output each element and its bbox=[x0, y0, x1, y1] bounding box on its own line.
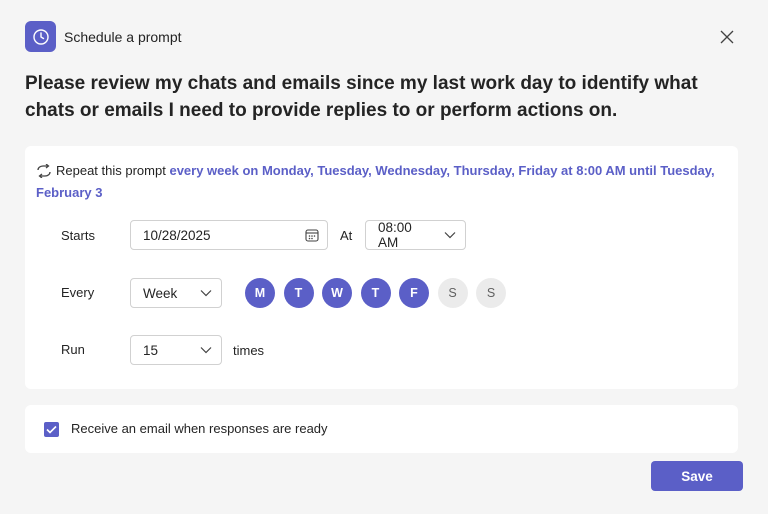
clock-icon bbox=[25, 21, 56, 52]
repeat-prefix: Repeat this prompt bbox=[56, 163, 166, 178]
repeat-icon bbox=[36, 163, 52, 183]
chevron-down-icon bbox=[191, 289, 221, 297]
run-label: Run bbox=[61, 342, 85, 357]
repeat-summary: Repeat this prompt every week on Monday,… bbox=[36, 161, 726, 202]
dialog-header: Schedule a prompt bbox=[25, 21, 182, 52]
close-icon bbox=[720, 30, 734, 44]
run-count-value: 15 bbox=[143, 342, 159, 358]
day-toggle-thursday[interactable]: T bbox=[360, 278, 391, 308]
time-dropdown[interactable]: 08:00 AM bbox=[365, 220, 466, 250]
day-toggle-monday[interactable]: M bbox=[245, 278, 275, 308]
email-option-card: Receive an email when responses are read… bbox=[25, 405, 738, 453]
start-date-picker[interactable]: 10/28/2025 bbox=[130, 220, 328, 250]
schedule-dialog: Schedule a prompt Please review my chats… bbox=[0, 0, 768, 514]
time-value: 08:00 AM bbox=[378, 220, 412, 250]
email-checkbox-label: Receive an email when responses are read… bbox=[71, 421, 328, 436]
checkmark-icon bbox=[46, 425, 57, 434]
chevron-down-icon bbox=[191, 346, 221, 354]
day-toggle-tuesday[interactable]: T bbox=[283, 278, 314, 308]
run-count-dropdown[interactable]: 15 bbox=[130, 335, 222, 365]
day-toggle-friday[interactable]: F bbox=[399, 278, 429, 308]
schedule-card: Repeat this prompt every week on Monday,… bbox=[25, 146, 738, 389]
save-button[interactable]: Save bbox=[651, 461, 743, 491]
prompt-text: Please review my chats and emails since … bbox=[25, 73, 698, 121]
dialog-title: Schedule a prompt bbox=[64, 28, 182, 45]
starts-label: Starts bbox=[61, 228, 95, 243]
day-toggle-saturday[interactable]: S bbox=[437, 278, 468, 308]
email-checkbox[interactable] bbox=[44, 422, 59, 437]
every-label: Every bbox=[61, 285, 95, 300]
at-label: At bbox=[340, 228, 353, 243]
day-toggle-wednesday[interactable]: W bbox=[322, 278, 352, 308]
times-label: times bbox=[233, 343, 265, 358]
frequency-value: Week bbox=[143, 285, 178, 301]
calendar-icon bbox=[297, 228, 327, 242]
start-date-value: 10/28/2025 bbox=[143, 227, 211, 243]
frequency-dropdown[interactable]: Week bbox=[130, 278, 222, 308]
chevron-down-icon bbox=[435, 231, 465, 239]
close-button[interactable] bbox=[717, 27, 737, 47]
day-toggle-sunday[interactable]: S bbox=[476, 278, 506, 308]
